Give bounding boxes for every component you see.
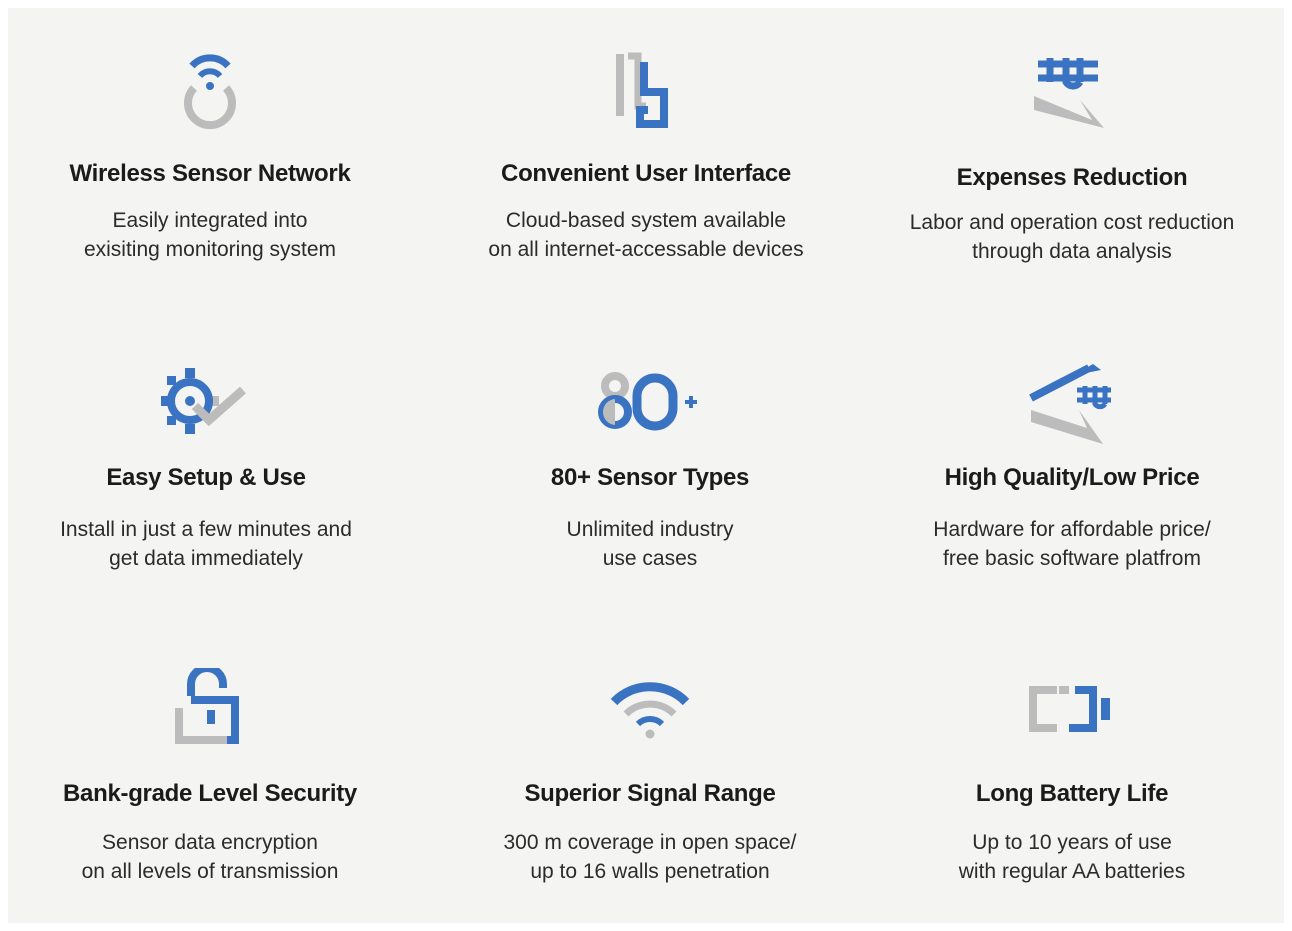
description-line: Install in just a few minutes and	[60, 518, 352, 541]
description-line: exisiting monitoring system	[83, 238, 337, 261]
description-line: with regular AA batteries	[958, 860, 1186, 883]
description-line: Up to 10 years of use	[972, 831, 1172, 854]
description-line: Sensor data encryption	[102, 831, 318, 854]
description-line: use cases	[602, 547, 698, 570]
feature-title: Expenses Reduction	[956, 164, 1188, 191]
feature-description: Labor and operation cost reduction throu…	[862, 208, 1282, 266]
eighty-plus-icon	[440, 372, 860, 432]
feature-description: Sensor data encryption on all levels of …	[0, 828, 420, 886]
feature-description: 300 m coverage in open space/ up to 16 w…	[440, 828, 860, 886]
description-line: get data immediately	[109, 547, 303, 570]
feature-title: Superior Signal Range	[524, 780, 776, 807]
description-line: Hardware for affordable price/	[933, 518, 1211, 541]
feature-title: High Quality/Low Price	[944, 464, 1200, 491]
description-line: on all internet-accessable devices	[488, 238, 804, 261]
lock-icon	[0, 668, 420, 744]
description-line: up to 16 walls penetration	[530, 860, 770, 883]
wireless-sensor-icon	[0, 52, 420, 132]
description-line: 300 m coverage in open space/	[503, 831, 797, 854]
feature-description: Unlimited industry use cases	[440, 515, 860, 573]
feature-description: Easily integrated into exisiting monitor…	[0, 206, 420, 264]
quality-price-icon	[862, 360, 1282, 446]
feature-title: Wireless Sensor Network	[69, 160, 351, 187]
feature-description: Cloud-based system available on all inte…	[436, 206, 856, 264]
description-line: Unlimited industry	[566, 518, 734, 541]
features-panel: Wireless Sensor Network Easily integrate…	[8, 8, 1284, 923]
feature-description: Hardware for affordable price/ free basi…	[862, 515, 1282, 573]
battery-icon	[862, 686, 1282, 732]
feature-title: Long Battery Life	[975, 780, 1169, 807]
user-interface-icon	[436, 52, 856, 132]
feature-description: Install in just a few minutes and get da…	[0, 515, 416, 573]
feature-title: Convenient User Interface	[501, 160, 791, 187]
description-line: free basic software platfrom	[943, 547, 1201, 570]
gear-check-icon	[0, 368, 416, 438]
description-line: on all levels of transmission	[81, 860, 339, 883]
description-line: through data analysis	[972, 240, 1172, 263]
description-line: Cloud-based system available	[505, 209, 787, 232]
feature-title: Bank-grade Level Security	[63, 780, 357, 807]
expenses-reduction-icon	[862, 56, 1282, 130]
description-line: Labor and operation cost reduction	[909, 211, 1235, 234]
feature-title: 80+ Sensor Types	[550, 464, 750, 491]
feature-title: Easy Setup & Use	[106, 464, 306, 491]
feature-description: Up to 10 years of use with regular AA ba…	[862, 828, 1282, 886]
wifi-icon	[440, 676, 860, 740]
description-line: Easily integrated into	[112, 209, 308, 232]
